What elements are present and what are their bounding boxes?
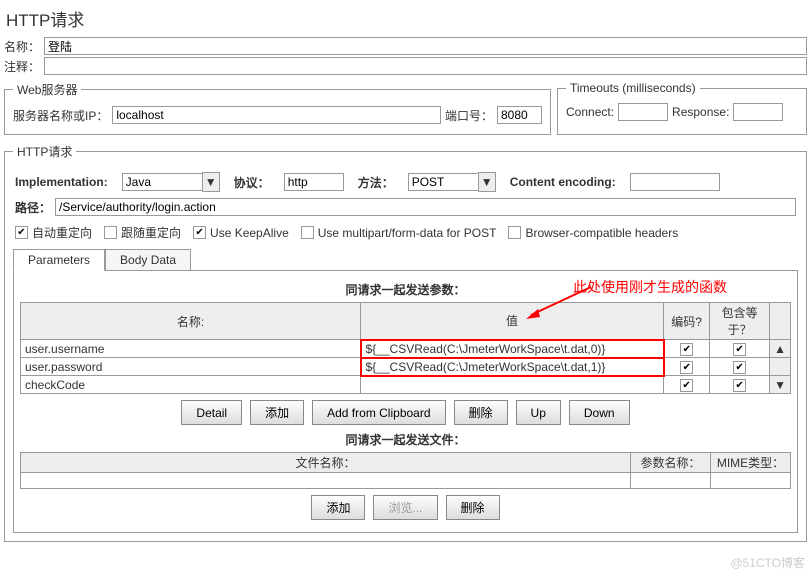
http-request-legend: HTTP请求 xyxy=(13,143,76,160)
checkbox-1[interactable] xyxy=(104,226,117,239)
file-add-button[interactable]: 添加 xyxy=(311,495,365,520)
impl-select[interactable]: ▼ xyxy=(122,172,220,192)
checkbox[interactable]: ✔ xyxy=(680,343,693,356)
checkbox-4[interactable] xyxy=(508,226,521,239)
cell-name[interactable]: checkCode xyxy=(21,376,361,394)
params-table: 名称: 值 编码? 包含等于？ user.username${__CSVRead… xyxy=(20,302,791,394)
file-col-path: 文件名称： xyxy=(21,453,631,473)
host-input[interactable] xyxy=(112,106,441,124)
method-select[interactable]: ▼ xyxy=(408,172,496,192)
add-clipboard-button[interactable]: Add from Clipboard xyxy=(312,400,445,425)
cell-name[interactable]: user.username xyxy=(21,340,361,358)
enc-label: Content encoding: xyxy=(510,175,616,189)
host-label: 服务器名称或IP： xyxy=(13,107,108,124)
table-row[interactable]: checkCode ✔ ✔ ▼ xyxy=(21,376,791,394)
cell-value[interactable]: ${__CSVRead(C:\JmeterWorkSpace\t.dat,0)} xyxy=(361,340,664,358)
timeouts-group: Timeouts (milliseconds) Connect: Respons… xyxy=(557,81,807,135)
http-request-group: HTTP请求 Implementation: ▼ 协议： 方法： ▼ Conte… xyxy=(4,143,807,542)
proto-label: 协议： xyxy=(234,174,270,191)
checkbox-label: Browser-compatible headers xyxy=(525,226,678,240)
tab-body-data[interactable]: Body Data xyxy=(105,249,191,271)
web-server-group: Web服务器 服务器名称或IP： 端口号： xyxy=(4,81,551,135)
response-input[interactable] xyxy=(733,103,783,121)
table-row[interactable]: user.password${__CSVRead(C:\JmeterWorkSp… xyxy=(21,358,791,376)
path-label: 路径： xyxy=(15,199,51,216)
impl-label: Implementation: xyxy=(15,175,108,189)
scrollbar[interactable]: ▼ xyxy=(770,376,791,394)
checkbox-label: Use multipart/form-data for POST xyxy=(318,226,497,240)
page-title: HTTP请求 xyxy=(6,6,807,31)
file-col-param: 参数名称： xyxy=(631,453,711,473)
table-row[interactable]: user.username${__CSVRead(C:\JmeterWorkSp… xyxy=(21,340,791,358)
col-encode: 编码? xyxy=(664,303,710,340)
files-table: 文件名称： 参数名称： MIME类型： xyxy=(20,452,791,489)
name-input[interactable] xyxy=(44,37,807,55)
down-button[interactable]: Down xyxy=(569,400,630,425)
checkbox[interactable]: ✔ xyxy=(680,361,693,374)
parameters-panel: 同请求一起发送参数： 此处使用刚才生成的函数 名称: 值 编码? 包含等于？ u… xyxy=(13,270,798,533)
checkbox[interactable]: ✔ xyxy=(733,361,746,374)
response-label: Response: xyxy=(672,105,729,119)
proto-input[interactable] xyxy=(284,173,344,191)
add-button[interactable]: 添加 xyxy=(250,400,304,425)
file-col-mime: MIME类型： xyxy=(711,453,791,473)
tab-parameters[interactable]: Parameters xyxy=(13,249,105,271)
checkbox[interactable]: ✔ xyxy=(733,343,746,356)
checkbox-2[interactable]: ✔ xyxy=(193,226,206,239)
chevron-down-icon[interactable]: ▼ xyxy=(478,172,496,192)
detail-button[interactable]: Detail xyxy=(181,400,242,425)
checkbox-label: 自动重定向 xyxy=(32,224,92,241)
checkbox-0[interactable]: ✔ xyxy=(15,226,28,239)
watermark: @51CTO博客 xyxy=(730,554,805,571)
scrollbar[interactable]: ▲ xyxy=(770,340,791,358)
col-include: 包含等于？ xyxy=(710,303,770,340)
checkbox-label: 跟随重定向 xyxy=(121,224,181,241)
cell-name[interactable]: user.password xyxy=(21,358,361,376)
file-delete-button[interactable]: 删除 xyxy=(446,495,500,520)
params-send-title: 同请求一起发送参数： xyxy=(20,281,791,298)
comment-label: 注释： xyxy=(4,58,40,75)
checkbox[interactable]: ✔ xyxy=(680,379,693,392)
up-button[interactable]: Up xyxy=(516,400,561,425)
method-label: 方法： xyxy=(358,174,394,191)
scrollbar[interactable] xyxy=(770,303,791,340)
scrollbar[interactable] xyxy=(770,358,791,376)
connect-input[interactable] xyxy=(618,103,668,121)
checkbox[interactable]: ✔ xyxy=(733,379,746,392)
cell-value[interactable] xyxy=(361,376,664,394)
col-value: 值 xyxy=(361,303,664,340)
timeouts-legend: Timeouts (milliseconds) xyxy=(566,81,700,95)
port-label: 端口号： xyxy=(445,107,493,124)
files-send-title: 同请求一起发送文件： xyxy=(20,431,791,448)
enc-input[interactable] xyxy=(630,173,720,191)
checkbox-label: Use KeepAlive xyxy=(210,226,289,240)
delete-button[interactable]: 删除 xyxy=(454,400,508,425)
cell-value[interactable]: ${__CSVRead(C:\JmeterWorkSpace\t.dat,1)} xyxy=(361,358,664,376)
comment-input[interactable] xyxy=(44,57,807,75)
checkbox-3[interactable] xyxy=(301,226,314,239)
col-name: 名称: xyxy=(21,303,361,340)
port-input[interactable] xyxy=(497,106,542,124)
path-input[interactable] xyxy=(55,198,796,216)
name-label: 名称： xyxy=(4,38,40,55)
connect-label: Connect: xyxy=(566,105,614,119)
file-browse-button[interactable]: 浏览... xyxy=(373,495,437,520)
web-server-legend: Web服务器 xyxy=(13,81,81,98)
chevron-down-icon[interactable]: ▼ xyxy=(202,172,220,192)
